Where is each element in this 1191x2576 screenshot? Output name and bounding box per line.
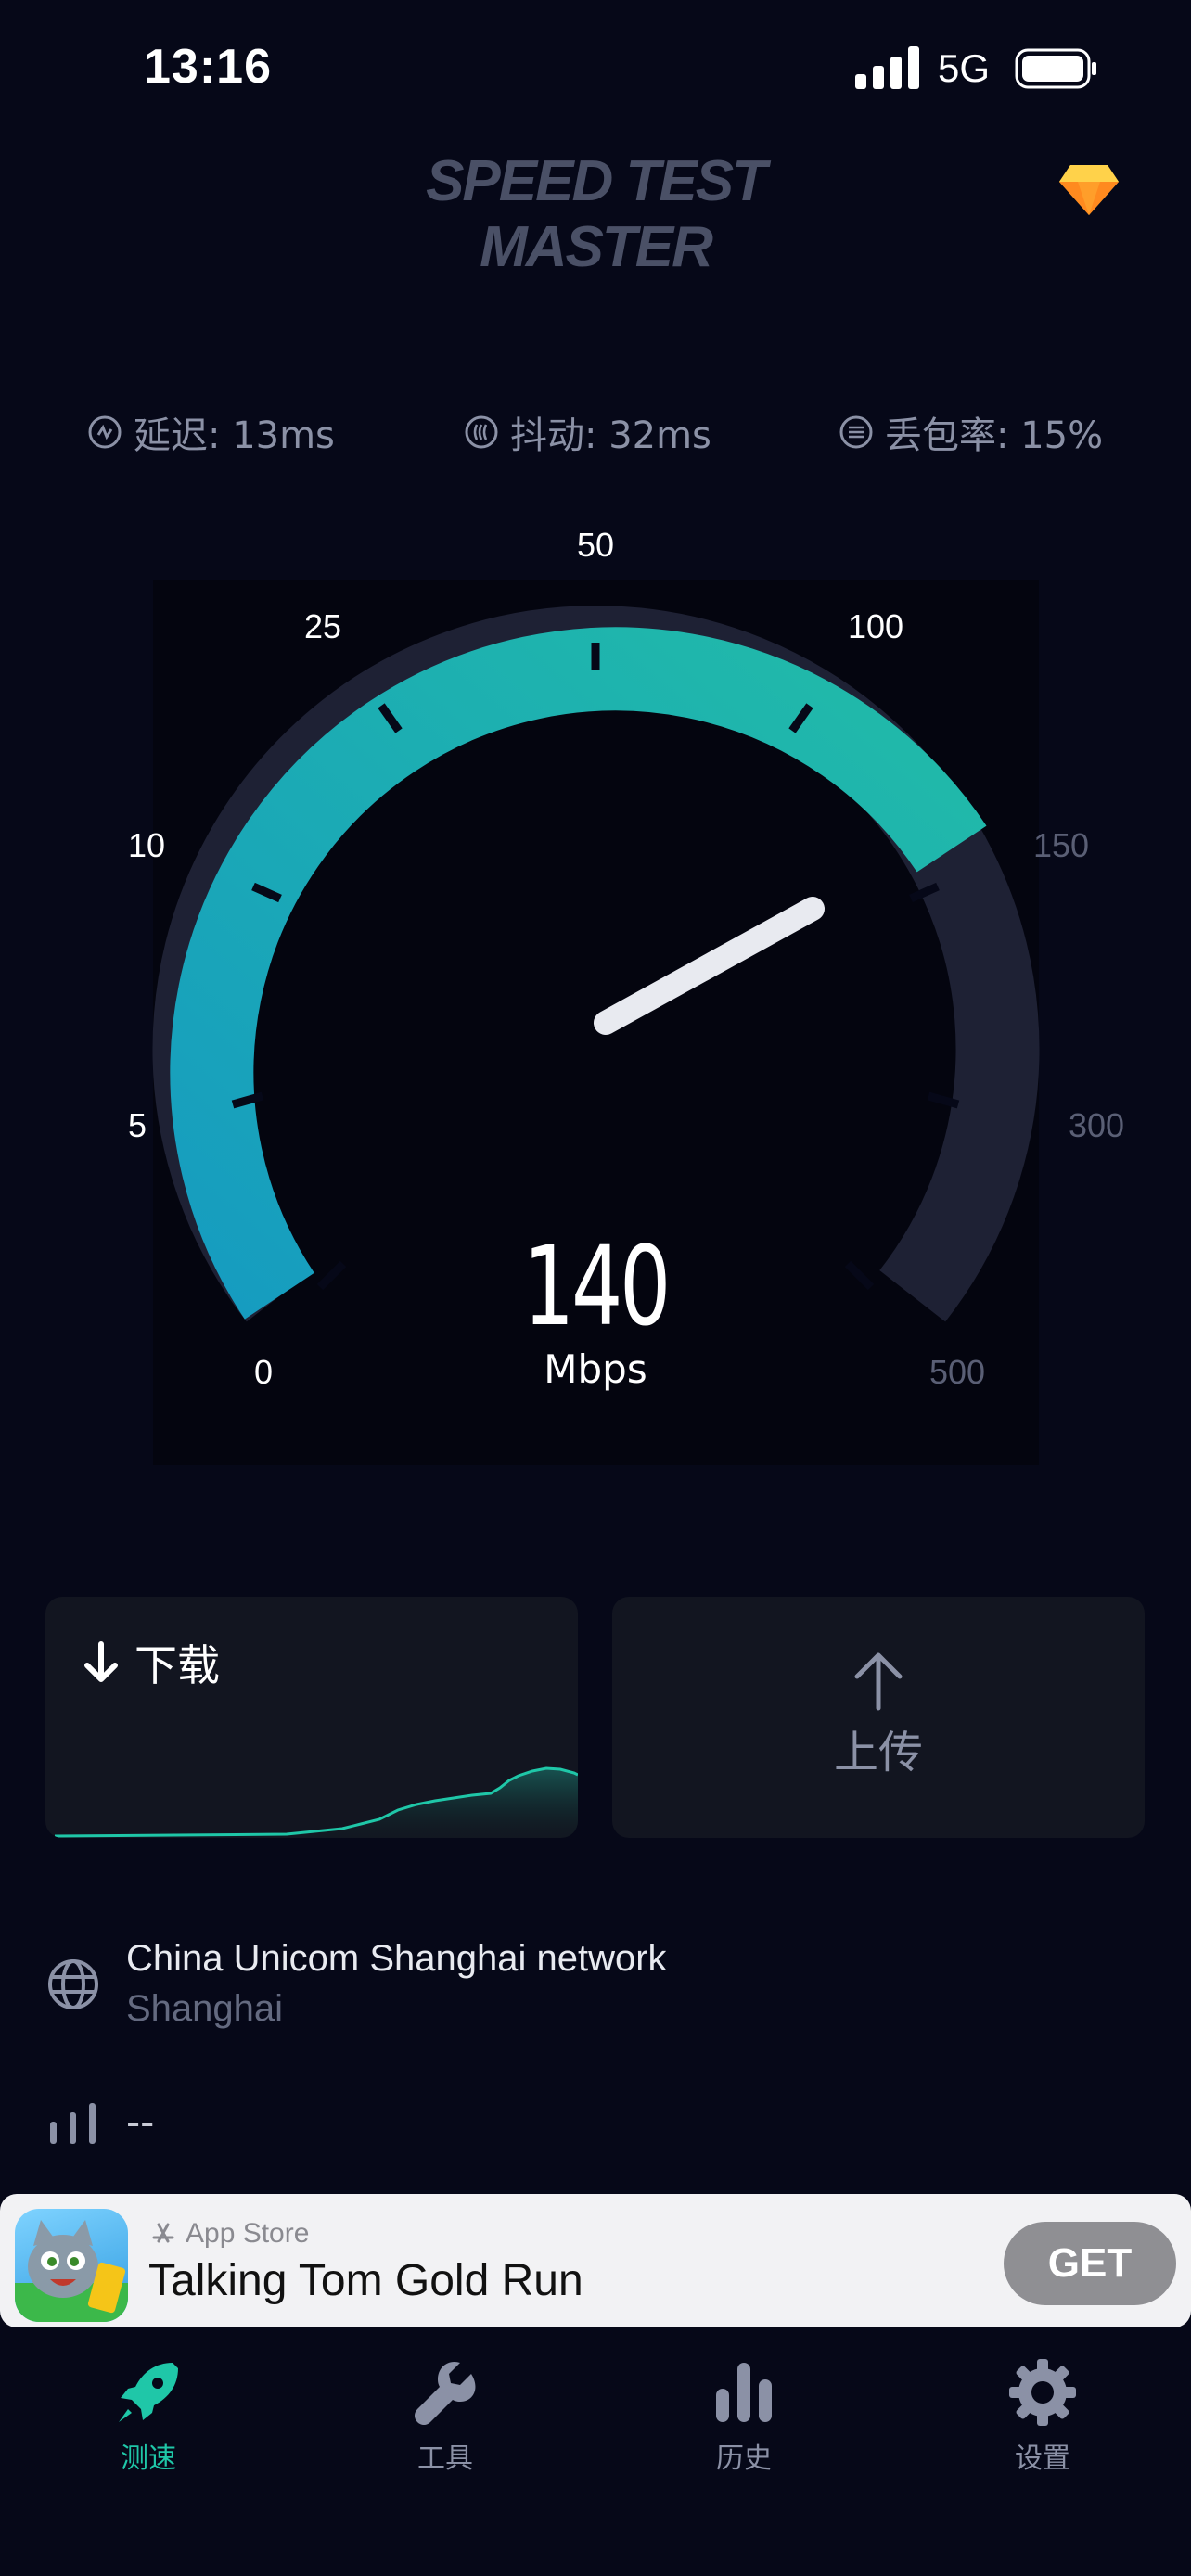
tab-settings-label: 设置 bbox=[1015, 2442, 1070, 2475]
download-arrow-icon bbox=[84, 1641, 118, 1682]
gauge-label-0: 0 bbox=[254, 1353, 273, 1391]
tab-history-label: 历史 bbox=[716, 2442, 772, 2475]
cellular-signal-icon bbox=[855, 46, 919, 89]
gauge-label-25: 25 bbox=[304, 607, 341, 645]
ad-store-text: App Store bbox=[186, 2218, 310, 2249]
rocket-icon bbox=[119, 2363, 178, 2422]
packet-loss-icon bbox=[839, 415, 873, 449]
gauge-label-100: 100 bbox=[848, 607, 903, 645]
app-logo: SPEED TEST MASTER bbox=[426, 149, 767, 279]
signal-value: -- bbox=[126, 2099, 155, 2145]
jitter-metric: 抖动: 32ms bbox=[464, 404, 711, 460]
isp-name: China Unicom Shanghai network bbox=[126, 1938, 667, 1979]
jitter-icon bbox=[465, 415, 498, 449]
wrench-icon bbox=[415, 2361, 476, 2425]
ad-store-label: App Store bbox=[150, 2218, 309, 2250]
tab-settings[interactable]: 设置 bbox=[931, 2355, 1154, 2476]
jitter-text: 抖动: 32ms bbox=[510, 414, 711, 457]
gauge-label-10: 10 bbox=[128, 826, 165, 864]
download-speed-chart bbox=[54, 1766, 578, 1838]
speed-unit: Mbps bbox=[544, 1346, 647, 1392]
gauge-label-300: 300 bbox=[1069, 1106, 1124, 1144]
upload-arrow-icon bbox=[854, 1652, 903, 1711]
download-label: 下载 bbox=[134, 1640, 220, 1690]
tab-speedtest[interactable]: 测速 bbox=[37, 2355, 260, 2476]
tab-history[interactable]: 历史 bbox=[633, 2355, 855, 2476]
ad-get-button[interactable]: GET bbox=[1004, 2222, 1176, 2305]
latency-text: 延迟: 13ms bbox=[134, 414, 335, 457]
latency-metric: 延迟: 13ms bbox=[87, 404, 335, 460]
signal-strength-icon bbox=[50, 2103, 96, 2144]
gauge-label-5: 5 bbox=[128, 1106, 147, 1144]
download-card[interactable]: 下载 bbox=[45, 1597, 578, 1838]
bar-chart-icon bbox=[716, 2363, 772, 2422]
upload-card[interactable]: 上传 bbox=[612, 1597, 1145, 1838]
status-time: 13:16 bbox=[144, 40, 272, 94]
talking-tom-icon bbox=[15, 2220, 128, 2322]
app-store-icon bbox=[152, 2223, 174, 2243]
network-type: 5G bbox=[938, 46, 991, 90]
download-header: 下载 bbox=[83, 1632, 220, 1693]
packet-loss-text: 丢包率: 15% bbox=[885, 414, 1104, 457]
ad-title: Talking Tom Gold Run bbox=[148, 2256, 583, 2305]
globe-icon bbox=[48, 1959, 98, 2009]
gauge-label-150: 150 bbox=[1033, 826, 1089, 864]
gauge-label-50: 50 bbox=[577, 526, 614, 564]
tab-speedtest-label: 测速 bbox=[121, 2442, 176, 2475]
diamond-icon[interactable] bbox=[1057, 163, 1121, 217]
current-speed: 140 bbox=[522, 1222, 672, 1350]
ad-banner[interactable]: App Store Talking Tom Gold Run GET bbox=[0, 2194, 1191, 2327]
packet-loss-metric: 丢包率: 15% bbox=[839, 404, 1103, 460]
battery-icon bbox=[1015, 48, 1096, 89]
tab-tools[interactable]: 工具 bbox=[334, 2355, 557, 2476]
isp-location: Shanghai bbox=[126, 1988, 284, 2029]
latency-icon bbox=[88, 415, 122, 449]
tab-tools-label: 工具 bbox=[417, 2442, 473, 2475]
gear-icon bbox=[1009, 2359, 1076, 2426]
gauge-label-500: 500 bbox=[929, 1353, 985, 1391]
ad-app-icon[interactable] bbox=[15, 2209, 128, 2322]
upload-label: 上传 bbox=[833, 1727, 923, 1779]
